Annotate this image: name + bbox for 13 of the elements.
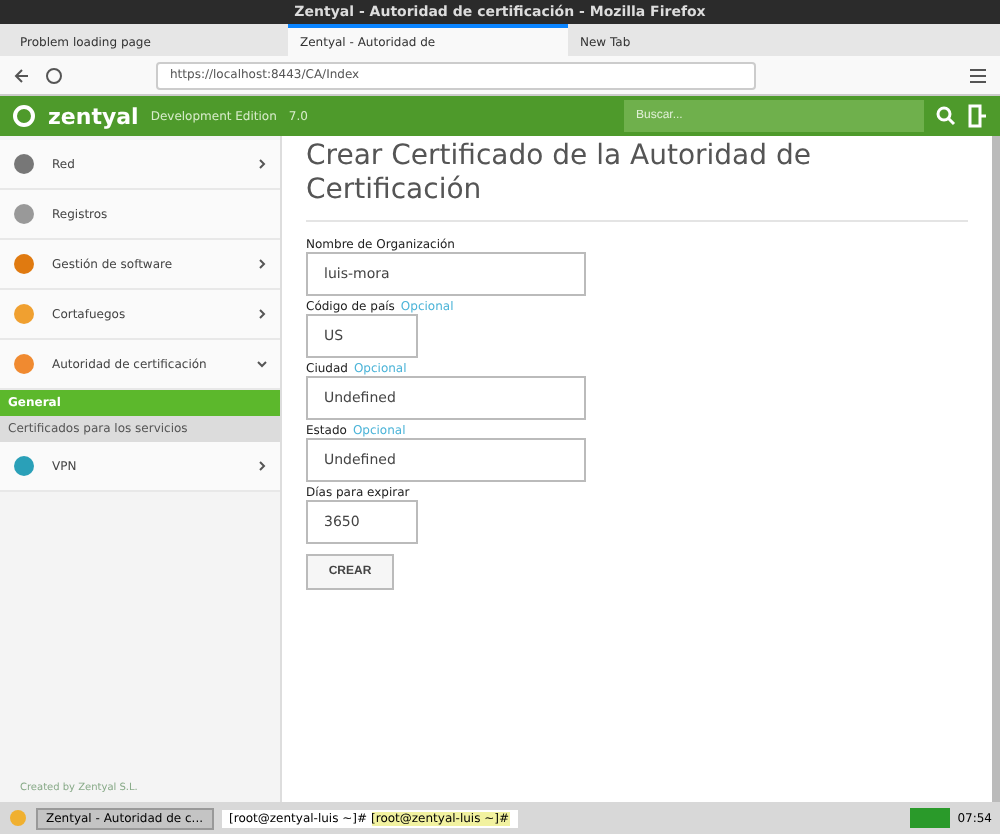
back-icon[interactable] <box>12 65 32 85</box>
menu-icon[interactable] <box>968 65 988 85</box>
chevron-icon[interactable] <box>256 258 268 270</box>
logo-icon <box>12 104 36 128</box>
brand-name: zentyal <box>48 103 139 129</box>
chevron-icon[interactable] <box>256 358 268 370</box>
reload-icon[interactable] <box>44 65 64 85</box>
chevron-icon[interactable] <box>256 158 268 170</box>
chevron-icon[interactable] <box>256 308 268 320</box>
logout-icon[interactable] <box>968 104 988 128</box>
chevron-icon[interactable] <box>256 460 268 472</box>
search-icon[interactable] <box>936 106 956 126</box>
page-title: Crear Certificado de la Autoridad de Certificación <box>306 140 968 222</box>
